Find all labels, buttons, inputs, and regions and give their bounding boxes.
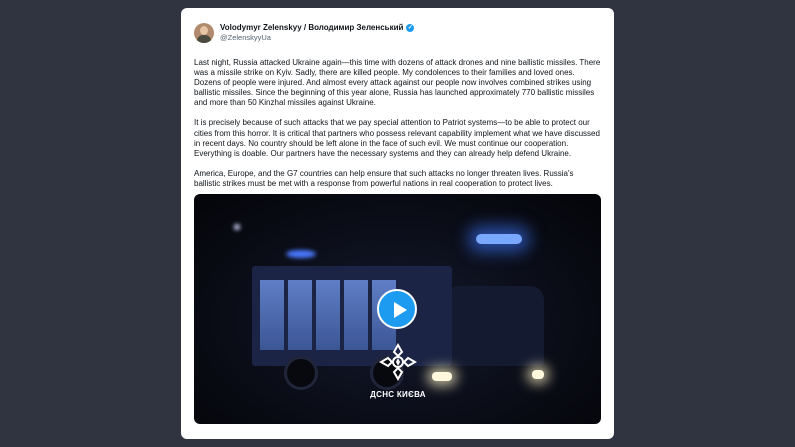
truck-shutter [316,280,340,350]
street-light [234,224,240,230]
avatar-head [200,26,208,35]
truck-shutter [288,280,312,350]
tweet-paragraph-2: It is precisely because of such attacks … [194,118,600,158]
fire-truck-cab [452,286,544,366]
user-handle[interactable]: @ZelenskyyUa [220,33,414,43]
tweet-card: Volodymyr Zelenskyy / Володимир Зеленськ… [181,8,614,439]
tweet-text: Last night, Russia attacked Ukraine agai… [194,58,601,189]
tweet-header: Volodymyr Zelenskyy / Володимир Зеленськ… [194,20,601,46]
emergency-light-bar [476,234,522,244]
display-name[interactable]: Volodymyr Zelenskyy / Володимир Зеленськ… [220,23,403,33]
tweet-paragraph-3: America, Europe, and the G7 countries ca… [194,168,574,188]
fire-truck-body [252,266,452,366]
truck-shutter [344,280,368,350]
avatar-body [197,35,211,43]
tweet-video[interactable]: ДСНС КИЄВА [194,194,601,424]
display-name-row: Volodymyr Zelenskyy / Володимир Зеленськ… [220,23,415,33]
headlight [532,370,544,379]
tweet-paragraph-1: Last night, Russia attacked Ukraine agai… [194,58,601,108]
play-icon[interactable] [377,289,417,329]
video-caption: ДСНС КИЄВА [370,390,426,399]
truck-wheel [284,356,318,390]
avatar[interactable] [194,23,214,43]
truck-shutter [260,280,284,350]
headlight [432,372,452,381]
verified-badge-icon: ✓ [406,24,415,32]
blue-glow [286,250,316,258]
author-info: Volodymyr Zelenskyy / Володимир Зеленськ… [220,23,415,43]
emergency-service-emblem-icon [378,342,418,382]
